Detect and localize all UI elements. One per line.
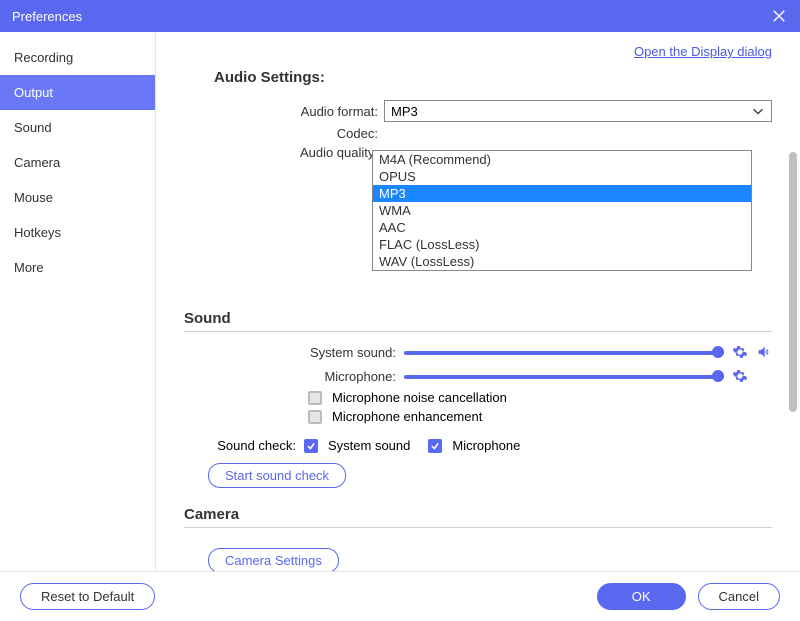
sidebar-item-sound[interactable]: Sound (0, 110, 155, 145)
microphone-label: Microphone: (184, 369, 404, 384)
audio-section-title: Audio Settings: (184, 69, 772, 90)
microphone-slider[interactable] (404, 366, 724, 386)
camera-section-title: Camera (184, 506, 772, 528)
gear-icon[interactable] (732, 344, 748, 360)
cancel-button[interactable]: Cancel (698, 583, 780, 610)
soundcheck-system-label: System sound (328, 438, 410, 453)
chevron-down-icon (751, 104, 765, 118)
content-pane: Open the Display dialog Audio Settings: … (156, 32, 800, 571)
camera-settings-button[interactable]: Camera Settings (208, 548, 339, 571)
mic-enhancement-checkbox[interactable] (308, 410, 322, 424)
noise-cancel-label: Microphone noise cancellation (332, 390, 507, 405)
reset-to-default-button[interactable]: Reset to Default (20, 583, 155, 610)
soundcheck-mic-label: Microphone (452, 438, 520, 453)
sound-section-title: Sound (184, 310, 772, 332)
dropdown-option[interactable]: M4A (Recommend) (373, 151, 751, 168)
sidebar-item-hotkeys[interactable]: Hotkeys (0, 215, 155, 250)
sidebar: Recording Output Sound Camera Mouse Hotk… (0, 32, 156, 571)
dropdown-option[interactable]: OPUS (373, 168, 751, 185)
start-sound-check-button[interactable]: Start sound check (208, 463, 346, 488)
dropdown-option[interactable]: WMA (373, 202, 751, 219)
sidebar-item-output[interactable]: Output (0, 75, 155, 110)
sidebar-item-mouse[interactable]: Mouse (0, 180, 155, 215)
scrollbar[interactable] (789, 152, 797, 412)
audio-format-dropdown[interactable]: M4A (Recommend) OPUS MP3 WMA AAC FLAC (L… (372, 150, 752, 271)
ok-button[interactable]: OK (597, 583, 686, 610)
sidebar-item-recording[interactable]: Recording (0, 40, 155, 75)
soundcheck-system-checkbox[interactable] (304, 439, 318, 453)
codec-label: Codec: (194, 126, 384, 141)
footer: Reset to Default OK Cancel (0, 571, 800, 621)
noise-cancel-checkbox[interactable] (308, 391, 322, 405)
dropdown-option[interactable]: WAV (LossLess) (373, 253, 751, 270)
audio-format-label: Audio format: (194, 104, 384, 119)
system-sound-slider[interactable] (404, 342, 724, 362)
open-display-dialog-link[interactable]: Open the Display dialog (634, 44, 772, 59)
soundcheck-mic-checkbox[interactable] (428, 439, 442, 453)
audio-format-select[interactable]: MP3 (384, 100, 772, 122)
dropdown-option[interactable]: AAC (373, 219, 751, 236)
speaker-icon[interactable] (756, 344, 772, 360)
dropdown-option-selected[interactable]: MP3 (373, 185, 751, 202)
gear-icon[interactable] (732, 368, 748, 384)
sound-check-label: Sound check: (204, 438, 304, 453)
system-sound-label: System sound: (184, 345, 404, 360)
dropdown-option[interactable]: FLAC (LossLess) (373, 236, 751, 253)
window-title: Preferences (12, 9, 82, 24)
mic-enhancement-label: Microphone enhancement (332, 409, 482, 424)
sidebar-item-more[interactable]: More (0, 250, 155, 285)
sidebar-item-camera[interactable]: Camera (0, 145, 155, 180)
audio-format-value: MP3 (391, 104, 418, 119)
audio-quality-label: Audio quality: (194, 145, 384, 160)
title-bar: Preferences (0, 0, 800, 32)
close-icon[interactable] (770, 7, 788, 25)
